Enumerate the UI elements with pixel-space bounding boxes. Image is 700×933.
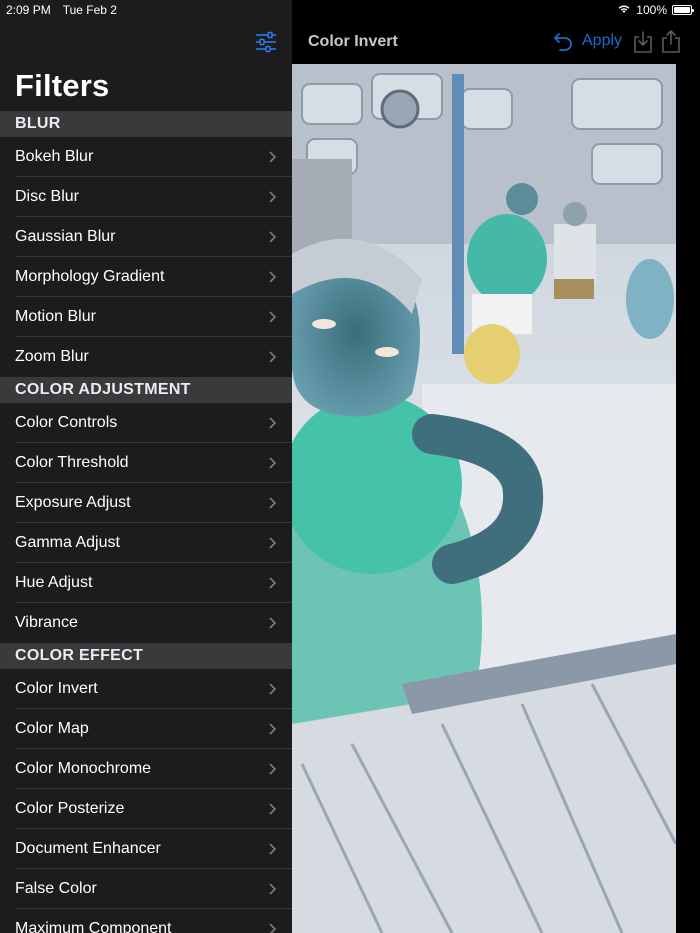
filter-item-maximum-component[interactable]: Maximum Component bbox=[0, 909, 292, 933]
filter-item-label: Morphology Gradient bbox=[15, 268, 165, 285]
chevron-right-icon bbox=[269, 763, 276, 775]
section-header-color-adjustment: COLOR ADJUSTMENT bbox=[0, 377, 292, 403]
chevron-right-icon bbox=[269, 351, 276, 363]
filter-item-color-threshold[interactable]: Color Threshold bbox=[0, 443, 292, 483]
chevron-right-icon bbox=[269, 683, 276, 695]
filter-item-label: Maximum Component bbox=[15, 920, 172, 933]
wifi-icon bbox=[617, 3, 631, 17]
chevron-right-icon bbox=[269, 843, 276, 855]
status-time: 2:09 PM bbox=[6, 3, 51, 17]
chevron-right-icon bbox=[269, 577, 276, 589]
filter-item-label: Color Invert bbox=[15, 680, 98, 697]
filter-item-label: Bokeh Blur bbox=[15, 148, 94, 165]
filter-item-label: Document Enhancer bbox=[15, 840, 161, 857]
chevron-right-icon bbox=[269, 311, 276, 323]
filter-item-vibrance[interactable]: Vibrance bbox=[0, 603, 292, 643]
filter-item-label: Disc Blur bbox=[15, 188, 80, 205]
section-header-blur: BLUR bbox=[0, 111, 292, 137]
chevron-right-icon bbox=[269, 417, 276, 429]
editor-navbar: Color Invert Apply bbox=[292, 20, 700, 64]
filter-item-zoom-blur[interactable]: Zoom Blur bbox=[0, 337, 292, 377]
filter-item-document-enhancer[interactable]: Document Enhancer bbox=[0, 829, 292, 869]
page-title: Filters bbox=[15, 68, 110, 103]
filter-item-morphology-gradient[interactable]: Morphology Gradient bbox=[0, 257, 292, 297]
filter-item-gamma-adjust[interactable]: Gamma Adjust bbox=[0, 523, 292, 563]
status-date: Tue Feb 2 bbox=[62, 3, 117, 17]
chevron-right-icon bbox=[269, 923, 276, 933]
sidebar: Filters BLUR Bokeh Blur Disc Blur Gaussi… bbox=[0, 0, 292, 933]
filter-item-label: Gaussian Blur bbox=[15, 228, 116, 245]
filter-item-color-controls[interactable]: Color Controls bbox=[0, 403, 292, 443]
filter-item-label: Gamma Adjust bbox=[15, 534, 120, 551]
filter-item-motion-blur[interactable]: Motion Blur bbox=[0, 297, 292, 337]
filter-item-label: Exposure Adjust bbox=[15, 494, 131, 511]
inverted-photo bbox=[292, 64, 676, 933]
chevron-right-icon bbox=[269, 231, 276, 243]
filter-item-color-posterize[interactable]: Color Posterize bbox=[0, 789, 292, 829]
undo-icon[interactable] bbox=[552, 31, 574, 53]
filter-item-hue-adjust[interactable]: Hue Adjust bbox=[0, 563, 292, 603]
filter-item-bokeh-blur[interactable]: Bokeh Blur bbox=[0, 137, 292, 177]
chevron-right-icon bbox=[269, 723, 276, 735]
chevron-right-icon bbox=[269, 883, 276, 895]
status-bar: 2:09 PM Tue Feb 2 100% bbox=[0, 0, 700, 20]
chevron-right-icon bbox=[269, 457, 276, 469]
filter-item-label: Color Map bbox=[15, 720, 89, 737]
filter-item-gaussian-blur[interactable]: Gaussian Blur bbox=[0, 217, 292, 257]
battery-icon bbox=[672, 5, 694, 15]
filtered-image-preview[interactable] bbox=[292, 64, 676, 933]
filter-item-disc-blur[interactable]: Disc Blur bbox=[0, 177, 292, 217]
filter-item-label: Color Monochrome bbox=[15, 760, 152, 777]
filter-item-label: False Color bbox=[15, 880, 97, 897]
filter-item-color-invert[interactable]: Color Invert bbox=[0, 669, 292, 709]
chevron-right-icon bbox=[269, 151, 276, 163]
filter-item-false-color[interactable]: False Color bbox=[0, 869, 292, 909]
chevron-right-icon bbox=[269, 497, 276, 509]
chevron-right-icon bbox=[269, 191, 276, 203]
section-header-color-effect: COLOR EFFECT bbox=[0, 643, 292, 669]
battery-percent: 100% bbox=[636, 3, 667, 17]
filter-item-color-monochrome[interactable]: Color Monochrome bbox=[0, 749, 292, 789]
filter-item-label: Hue Adjust bbox=[15, 574, 93, 591]
filter-item-label: Motion Blur bbox=[15, 308, 96, 325]
share-icon[interactable] bbox=[661, 28, 681, 54]
filter-item-label: Color Posterize bbox=[15, 800, 125, 817]
filter-item-label: Color Threshold bbox=[15, 454, 129, 471]
filter-item-exposure-adjust[interactable]: Exposure Adjust bbox=[0, 483, 292, 523]
chevron-right-icon bbox=[269, 803, 276, 815]
chevron-right-icon bbox=[269, 617, 276, 629]
filter-settings-icon[interactable] bbox=[254, 31, 278, 53]
download-icon[interactable] bbox=[633, 30, 653, 54]
editor-title: Color Invert bbox=[308, 33, 398, 50]
chevron-right-icon bbox=[269, 271, 276, 283]
filter-item-label: Zoom Blur bbox=[15, 348, 89, 365]
filter-item-label: Vibrance bbox=[15, 614, 78, 631]
filter-item-color-map[interactable]: Color Map bbox=[0, 709, 292, 749]
apply-button[interactable]: Apply bbox=[582, 32, 622, 50]
chevron-right-icon bbox=[269, 537, 276, 549]
filter-item-label: Color Controls bbox=[15, 414, 118, 431]
